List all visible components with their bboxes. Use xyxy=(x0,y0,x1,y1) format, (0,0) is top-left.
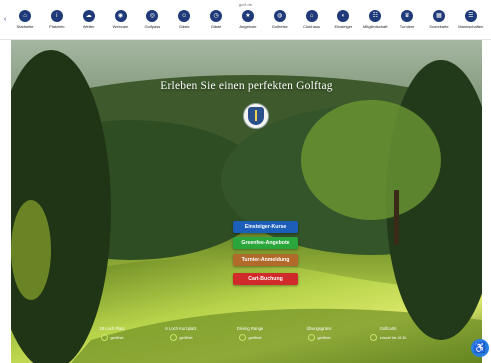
status-indicator-icon xyxy=(100,334,108,341)
nav-item-startseite[interactable]: ⌂ Startseite xyxy=(12,10,38,29)
team-icon: ☰ xyxy=(464,10,477,22)
webcam-icon: ◉ xyxy=(114,10,127,22)
status-indicator-icon xyxy=(307,334,315,341)
nav-item-label: Gäste xyxy=(210,24,222,29)
status-row: geöffnet xyxy=(287,334,351,341)
status-item: 18 Loch Platz geöffnet xyxy=(80,326,144,346)
status-item: Driving Range geöffnet xyxy=(218,326,282,346)
status-indicator-icon xyxy=(169,334,177,341)
course-status-strip: 18 Loch Platz geöffnet 6 Loch Kurzplatz geö… xyxy=(80,326,420,346)
nav-item-turniere[interactable]: ♛ Turniere xyxy=(394,10,420,29)
status-value: geöffnet xyxy=(317,335,331,340)
nav-item-label: Mannschaften xyxy=(458,24,484,29)
status-title: 18 Loch Platz xyxy=(99,326,125,331)
nav-item-wetter[interactable]: ☁ Wetter xyxy=(76,10,102,29)
nav-item-label: Wetter xyxy=(82,24,95,29)
nav-item-label: Turniere xyxy=(399,24,415,29)
nav-item-label: Gäste xyxy=(178,24,190,29)
nav-item-label: Webcam xyxy=(112,24,129,29)
guests-icon: ☺ xyxy=(178,10,191,22)
cart-booking-button[interactable]: Cart-Buchung xyxy=(233,273,298,285)
nav-item-clubhaus[interactable]: ⌂ Clubhaus xyxy=(299,10,325,29)
nav-icon-menu: ⌂ Startseite i Platzinfo ☁ Wetter ◉ Webcam ◎ Golf… xyxy=(12,10,484,38)
nav-item-gäste[interactable]: ◷ Gäste xyxy=(203,10,229,29)
accessibility-icon: ♿ xyxy=(473,342,487,354)
status-value: geöffnet xyxy=(110,335,124,340)
status-row: geöffnet xyxy=(80,334,144,341)
status-indicator-icon xyxy=(238,334,246,341)
status-item: Übungsgrüns geöffnet xyxy=(287,326,351,346)
membership-icon: ☷ xyxy=(369,10,382,22)
status-item: Golfcarts erlaubt bis 16:30 xyxy=(356,326,420,346)
nav-item-einsteiger[interactable]: ◐ Einsteiger xyxy=(330,10,356,29)
status-row: geöffnet xyxy=(149,334,213,341)
status-row: geöffnet xyxy=(218,334,282,341)
info-icon: i xyxy=(50,10,63,22)
status-title: Übungsgrüns xyxy=(306,326,332,331)
status-indicator-icon xyxy=(369,334,377,341)
status-item: 6 Loch Kurzplatz geöffnet xyxy=(149,326,213,346)
status-value: geöffnet xyxy=(248,335,262,340)
accessibility-button[interactable]: ♿ xyxy=(471,339,489,357)
status-title: Golfcarts xyxy=(379,326,397,331)
globe-icon: ◍ xyxy=(273,10,286,22)
status-title: 6 Loch Kurzplatz xyxy=(165,326,197,331)
nav-item-scorekarte[interactable]: ▦ Scorekarte xyxy=(426,10,452,29)
tournament-registration-button[interactable]: Turnier-Anmeldung xyxy=(233,254,298,266)
nav-item-gäste[interactable]: ☺ Gäste xyxy=(171,10,197,29)
nav-item-label: Scorekarte xyxy=(429,24,449,29)
club-crest-logo[interactable] xyxy=(243,103,269,129)
nav-item-mannschaften[interactable]: ☰ Mannschaften xyxy=(458,10,484,29)
trophy-icon: ♛ xyxy=(401,10,414,22)
beginner-courses-button[interactable]: Einsteiger-Kurse xyxy=(233,221,298,233)
nav-item-label: Clubhaus xyxy=(303,24,321,29)
status-value: erlaubt bis 16:30 xyxy=(379,335,407,340)
nav-item-label: Platzinfo xyxy=(49,24,65,29)
nav-item-golfreise[interactable]: ◍ Golfreise xyxy=(267,10,293,29)
nav-previous-arrow-icon[interactable]: ‹ xyxy=(4,16,6,23)
nav-item-label: Golfpass xyxy=(144,24,161,29)
nav-item-mitgliedschaft[interactable]: ☷ Mitgliedschaft xyxy=(362,10,388,29)
nav-item-label: Startseite xyxy=(16,24,34,29)
nav-item-platzinfo[interactable]: i Platzinfo xyxy=(44,10,70,29)
weather-icon: ☁ xyxy=(82,10,95,22)
nav-item-label: Mitgliedschaft xyxy=(363,24,388,29)
hero-banner: Erleben Sie einen perfekten Golftag Eins… xyxy=(11,40,482,363)
clock-icon: ◷ xyxy=(210,10,223,22)
golfpass-icon: ◎ xyxy=(146,10,159,22)
nav-item-webcam[interactable]: ◉ Webcam xyxy=(108,10,134,29)
beginner-icon: ◐ xyxy=(337,10,350,22)
nav-item-label: Einsteiger xyxy=(334,24,353,29)
nav-item-label: Angebote xyxy=(239,24,257,29)
clubhouse-icon: ⌂ xyxy=(305,10,318,22)
nav-item-label: Golfreise xyxy=(271,24,288,29)
greenfee-offers-button[interactable]: Greenfee-Angebote xyxy=(233,237,298,249)
status-title: Driving Range xyxy=(236,326,264,331)
scorecard-icon: ▦ xyxy=(432,10,445,22)
offers-icon: ★ xyxy=(241,10,254,22)
status-row: erlaubt bis 16:30 xyxy=(356,334,420,341)
site-name[interactable]: golf.de xyxy=(0,2,491,7)
nav-item-angebote[interactable]: ★ Angebote xyxy=(235,10,261,29)
nav-item-golfpass[interactable]: ◎ Golfpass xyxy=(139,10,165,29)
hero-title: Erleben Sie einen perfekten Golftag xyxy=(160,80,333,92)
home-icon: ⌂ xyxy=(19,10,31,22)
top-navigation-bar: golf.de ‹ ⌂ Startseite i Platzinfo ☁ Wetter ◉ W… xyxy=(0,0,491,40)
status-value: geöffnet xyxy=(179,335,193,340)
